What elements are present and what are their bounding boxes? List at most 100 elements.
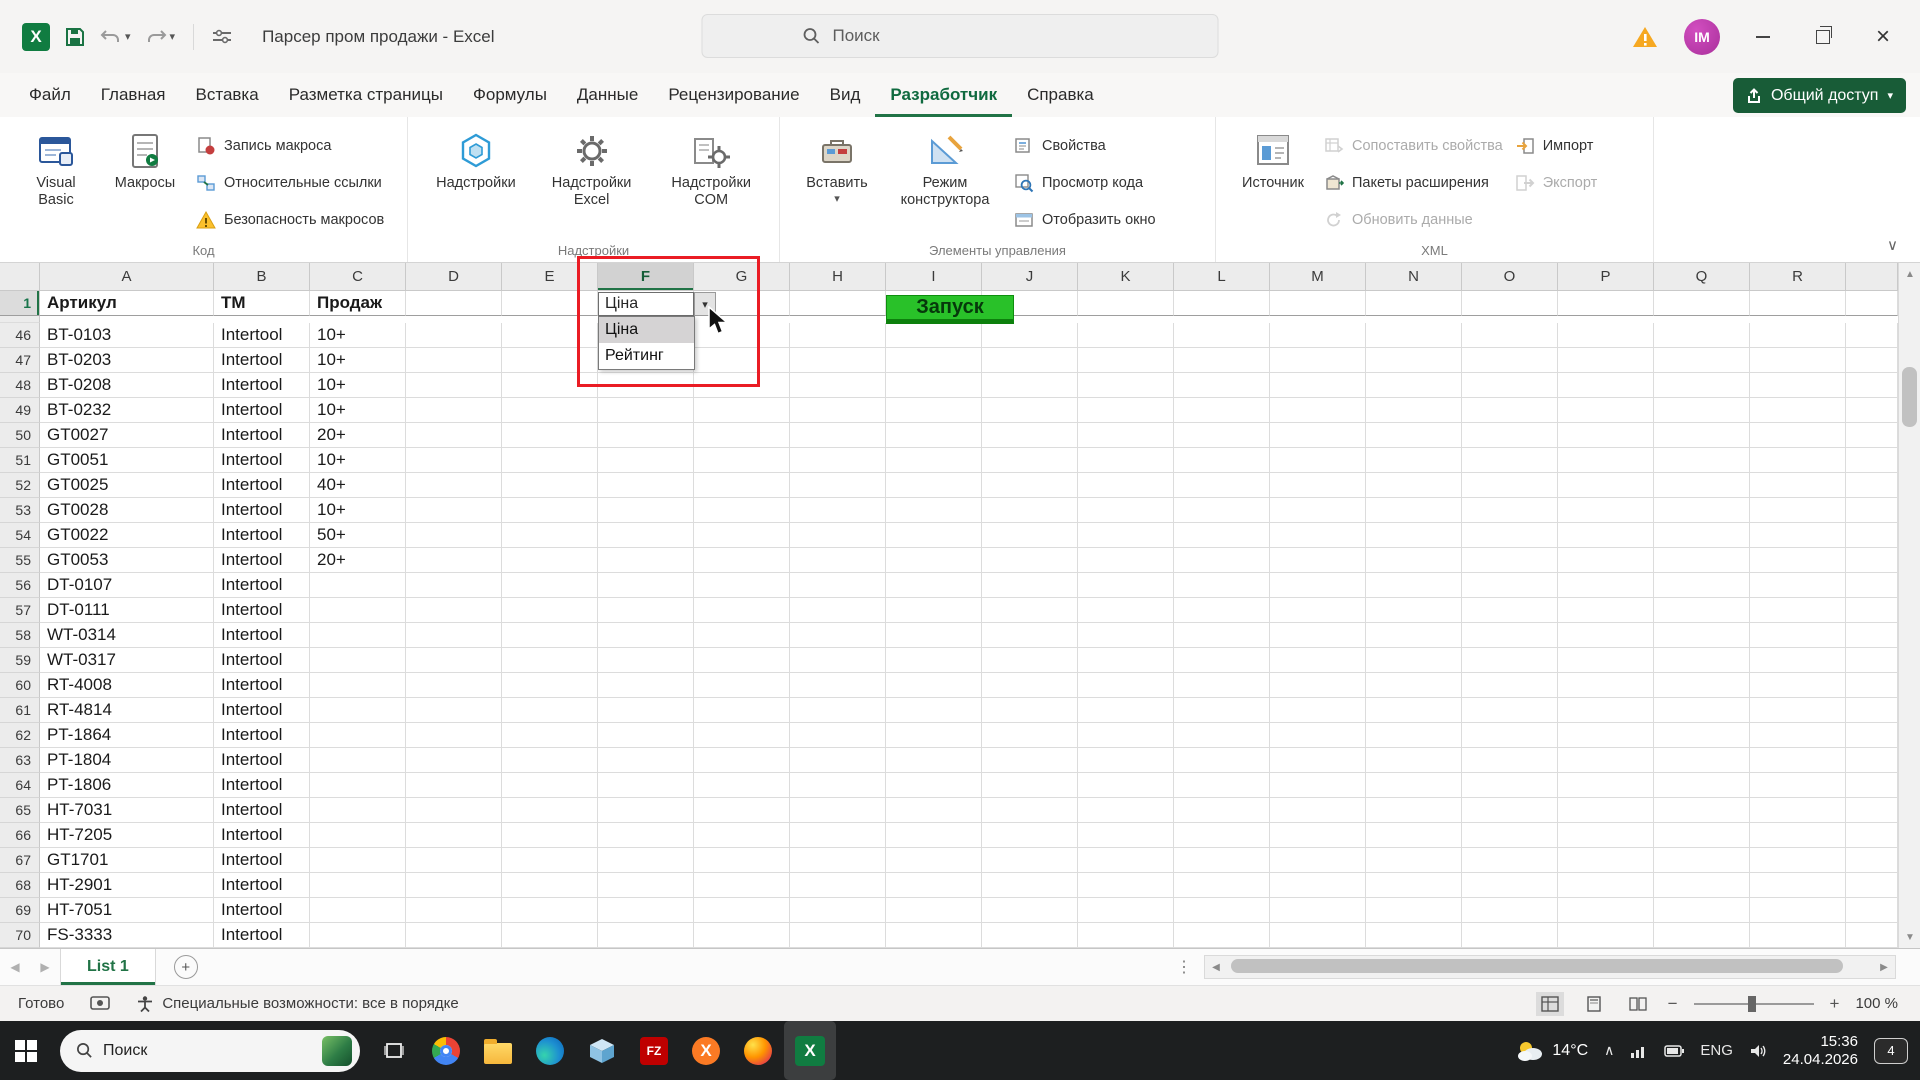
cell[interactable] [406, 798, 502, 823]
cell[interactable] [502, 523, 598, 548]
cell[interactable] [790, 873, 886, 898]
cell[interactable] [694, 498, 790, 523]
cell[interactable] [790, 648, 886, 673]
cell[interactable] [790, 473, 886, 498]
cell[interactable] [1558, 673, 1654, 698]
cell[interactable] [1750, 923, 1846, 948]
cell[interactable] [1846, 923, 1898, 948]
cell[interactable] [310, 623, 406, 648]
cell[interactable] [982, 698, 1078, 723]
cell[interactable] [1750, 698, 1846, 723]
tab-file[interactable]: Файл [14, 73, 86, 117]
tab-review[interactable]: Рецензирование [653, 73, 814, 117]
cell[interactable] [1846, 498, 1898, 523]
cell[interactable] [1174, 348, 1270, 373]
cell[interactable] [1750, 323, 1846, 348]
cell[interactable] [694, 573, 790, 598]
cell[interactable] [310, 698, 406, 723]
cell[interactable]: Intertool [214, 323, 310, 348]
combobox-field[interactable]: Ціна [598, 292, 694, 316]
cell[interactable] [1462, 648, 1558, 673]
cell[interactable] [1462, 923, 1558, 948]
cell[interactable] [1462, 448, 1558, 473]
accessibility-icon[interactable] [136, 995, 154, 1013]
cell[interactable] [1654, 598, 1750, 623]
cell[interactable] [598, 823, 694, 848]
cell[interactable] [1462, 548, 1558, 573]
cell[interactable] [1270, 573, 1366, 598]
cell[interactable] [1078, 623, 1174, 648]
cell[interactable] [1558, 423, 1654, 448]
sheet-tab-list1[interactable]: List 1 [60, 949, 156, 985]
cell[interactable] [406, 848, 502, 873]
cell[interactable] [1174, 548, 1270, 573]
cell[interactable] [982, 473, 1078, 498]
cell[interactable] [502, 423, 598, 448]
cell[interactable] [1750, 291, 1846, 316]
cell[interactable]: GT0051 [40, 448, 214, 473]
close-button[interactable]: × [1866, 20, 1900, 54]
cell[interactable]: DT-0111 [40, 598, 214, 623]
cell[interactable] [694, 898, 790, 923]
cell[interactable] [1366, 873, 1462, 898]
row-header[interactable]: 53 [0, 498, 40, 523]
cell[interactable] [886, 448, 982, 473]
cell[interactable] [1750, 373, 1846, 398]
cell[interactable] [1270, 773, 1366, 798]
cell[interactable] [1270, 673, 1366, 698]
cell[interactable] [1750, 448, 1846, 473]
cell[interactable]: Intertool [214, 498, 310, 523]
cell[interactable] [502, 798, 598, 823]
cell[interactable] [694, 848, 790, 873]
cell[interactable] [1846, 723, 1898, 748]
cell[interactable] [790, 573, 886, 598]
zoom-out-button[interactable]: − [1668, 994, 1678, 1014]
cell[interactable] [1462, 873, 1558, 898]
cell[interactable] [1846, 548, 1898, 573]
cell[interactable] [598, 548, 694, 573]
cell[interactable] [694, 698, 790, 723]
cell[interactable] [1078, 823, 1174, 848]
run-dialog-button[interactable]: Отобразить окно [1008, 201, 1162, 238]
cell[interactable] [982, 623, 1078, 648]
cell[interactable] [598, 923, 694, 948]
cell[interactable] [886, 698, 982, 723]
cell[interactable] [1654, 673, 1750, 698]
customize-quick-access-button[interactable] [212, 29, 232, 45]
cell[interactable] [1174, 848, 1270, 873]
volume-icon[interactable] [1749, 1043, 1767, 1059]
cell[interactable] [1750, 848, 1846, 873]
cell[interactable] [1654, 823, 1750, 848]
cell[interactable] [1654, 723, 1750, 748]
cell[interactable] [1078, 423, 1174, 448]
cell[interactable] [502, 923, 598, 948]
cell[interactable] [1750, 798, 1846, 823]
cell[interactable] [1654, 923, 1750, 948]
scroll-down-arrow[interactable]: ▼ [1899, 926, 1920, 948]
cell[interactable]: PT-1806 [40, 773, 214, 798]
row-header[interactable]: 63 [0, 748, 40, 773]
tab-insert[interactable]: Вставка [181, 73, 274, 117]
row-header[interactable] [0, 316, 40, 323]
cell[interactable] [1078, 323, 1174, 348]
zoom-in-button[interactable]: + [1830, 994, 1840, 1014]
cell[interactable] [982, 448, 1078, 473]
cell[interactable] [1654, 523, 1750, 548]
cell[interactable] [502, 348, 598, 373]
cell[interactable] [790, 323, 886, 348]
cell[interactable] [790, 848, 886, 873]
cell[interactable] [1846, 598, 1898, 623]
cell[interactable] [1078, 848, 1174, 873]
run-macro-button[interactable]: Запуск [886, 295, 1014, 324]
cell[interactable] [598, 473, 694, 498]
cell[interactable] [1462, 398, 1558, 423]
cell[interactable]: Intertool [214, 698, 310, 723]
cell[interactable] [1846, 623, 1898, 648]
cell[interactable] [1270, 398, 1366, 423]
cell[interactable] [886, 423, 982, 448]
search-highlight-image[interactable] [322, 1035, 352, 1066]
cell[interactable]: Intertool [214, 723, 310, 748]
cell[interactable]: GT0027 [40, 423, 214, 448]
xml-source-button[interactable]: Источник [1228, 122, 1318, 192]
cell[interactable] [598, 673, 694, 698]
